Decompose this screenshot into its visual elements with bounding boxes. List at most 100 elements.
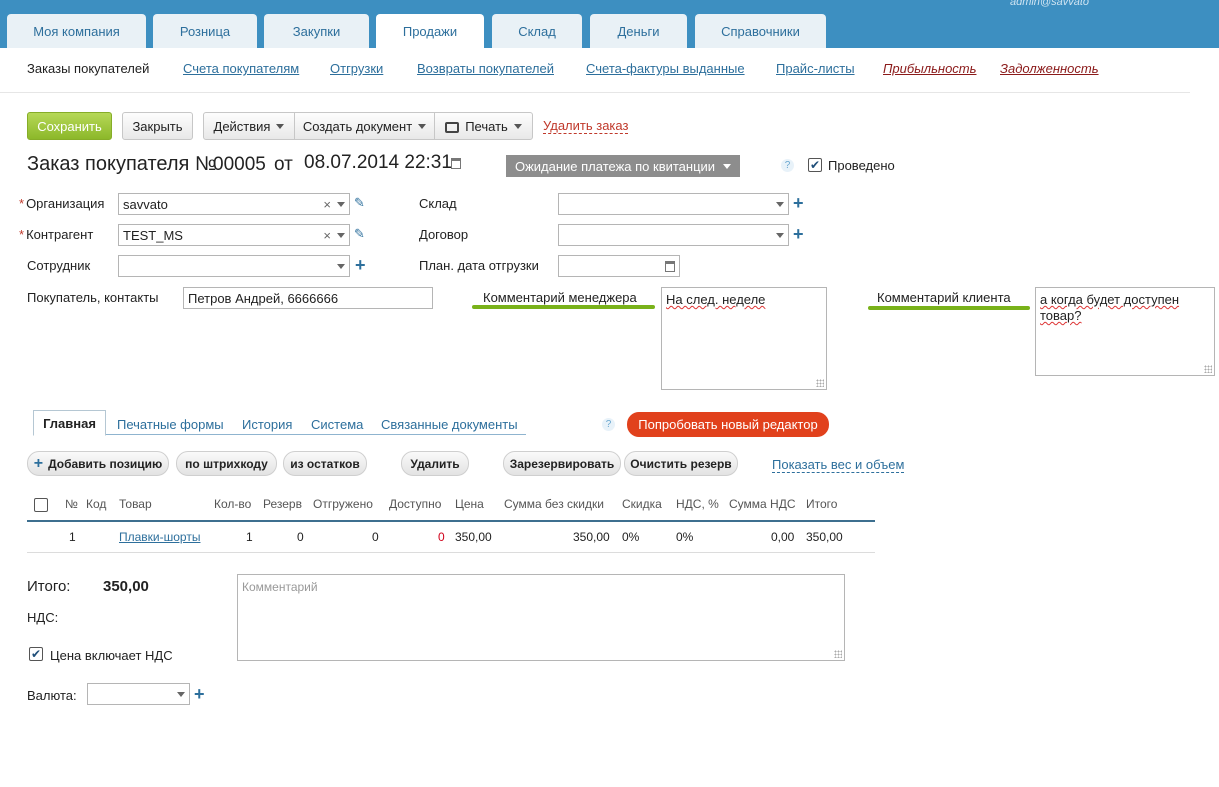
column-header[interactable]: Доступно (389, 497, 441, 511)
close-button[interactable]: Закрыть (122, 112, 193, 140)
subnav-invoices[interactable]: Счета покупателям (183, 61, 299, 76)
tab-purchases[interactable]: Закупки (264, 14, 369, 48)
resize-grip-icon[interactable] (834, 650, 842, 658)
select-all-checkbox[interactable] (34, 498, 48, 512)
barcode-button[interactable]: по штрихкоду (176, 451, 277, 476)
date-from-label: от (274, 154, 293, 175)
column-header[interactable]: НДС, % (676, 497, 719, 511)
subnav-returns[interactable]: Возвраты покупателей (417, 61, 554, 76)
show-weight-volume-link[interactable]: Показать вес и объем (772, 457, 905, 473)
delete-position-button[interactable]: Удалить (401, 451, 469, 476)
edit-pencil-icon[interactable]: ✎ (354, 195, 365, 211)
status-dropdown[interactable]: Ожидание платежа по квитанции (506, 155, 740, 177)
tab-money[interactable]: Деньги (590, 14, 687, 48)
try-new-editor-button[interactable]: Попробовать новый редактор (627, 412, 829, 437)
chevron-down-icon[interactable] (337, 232, 345, 238)
subnav-price-lists[interactable]: Прайс-листы (776, 61, 855, 76)
counterparty-label: * Контрагент (19, 227, 94, 242)
clear-reserve-button[interactable]: Очистить резерв (624, 451, 738, 476)
posted-checkbox[interactable]: ✔ (808, 158, 822, 172)
highlight-underline (868, 306, 1030, 310)
column-header[interactable]: № (65, 497, 78, 511)
add-icon[interactable]: + (793, 194, 804, 212)
column-header[interactable]: Кол-во (214, 497, 251, 511)
tab-directories[interactable]: Справочники (695, 14, 826, 48)
chevron-down-icon[interactable] (337, 201, 345, 207)
tab-related-documents[interactable]: Связанные документы (381, 417, 518, 432)
calendar-icon[interactable] (665, 260, 675, 272)
subnav-shipments[interactable]: Отгрузки (330, 61, 383, 76)
resize-grip-icon[interactable] (816, 379, 824, 387)
warehouse-select[interactable] (558, 193, 789, 215)
column-header[interactable]: Код (86, 497, 106, 511)
currency-select[interactable] (87, 683, 190, 705)
cell-available: 0 (438, 530, 445, 544)
cell-reserve: 0 (297, 530, 304, 544)
column-header[interactable]: Отгружено (313, 497, 373, 511)
add-icon[interactable]: + (793, 225, 804, 243)
resize-grip-icon[interactable] (1204, 365, 1212, 373)
client-comment-textarea[interactable]: а когда будет доступен товар? (1035, 287, 1215, 376)
tab-my-company[interactable]: Моя компания (7, 14, 146, 48)
tab-retail[interactable]: Розница (153, 14, 257, 48)
calendar-icon[interactable] (451, 158, 461, 169)
column-header[interactable]: Итого (806, 497, 837, 511)
user-label[interactable]: admin@savvato (1010, 0, 1089, 8)
print-button[interactable]: Печать (434, 112, 533, 140)
clear-icon[interactable]: × (323, 228, 331, 243)
add-icon[interactable]: + (355, 256, 366, 274)
clear-icon[interactable]: × (323, 197, 331, 212)
create-document-button[interactable]: Создать документ (294, 112, 435, 140)
edit-pencil-icon[interactable]: ✎ (354, 226, 365, 242)
chevron-down-icon[interactable] (776, 232, 784, 238)
order-number[interactable]: 00005 (213, 154, 266, 176)
column-header[interactable]: Скидка (622, 497, 662, 511)
chevron-down-icon[interactable] (337, 263, 345, 269)
tab-history[interactable]: История (242, 417, 292, 432)
from-stock-button[interactable]: из остатков (283, 451, 367, 476)
actions-button[interactable]: Действия (203, 112, 295, 140)
contract-select[interactable] (558, 224, 789, 246)
tab-sales[interactable]: Продажи (376, 14, 484, 48)
order-date[interactable]: 08.07.2014 22:31 (304, 152, 452, 174)
table-header-divider (27, 520, 875, 522)
reserve-button[interactable]: Зарезервировать (503, 451, 621, 476)
subnav-customer-orders[interactable]: Заказы покупателей (27, 61, 149, 76)
ship-date-input[interactable] (558, 255, 680, 277)
chevron-down-icon[interactable] (177, 691, 185, 697)
posted-label: Проведено (828, 158, 895, 173)
cell-discount[interactable]: 0% (622, 530, 639, 544)
tab-system[interactable]: Система (311, 417, 363, 432)
tab-warehouse[interactable]: Склад (492, 14, 582, 48)
product-link[interactable]: Плавки-шорты (119, 530, 200, 544)
organization-select[interactable]: savvato × (118, 193, 350, 215)
manager-comment-textarea[interactable]: На след. неделе (661, 287, 827, 390)
delete-order-link[interactable]: Удалить заказ (543, 118, 629, 134)
tab-print-forms[interactable]: Печатные формы (117, 417, 224, 432)
employee-select[interactable] (118, 255, 350, 277)
column-header[interactable]: Цена (455, 497, 484, 511)
cell-price[interactable]: 350,00 (455, 530, 492, 544)
page-title: Заказ покупателя № (27, 153, 217, 175)
comment-textarea[interactable]: Комментарий (237, 574, 845, 661)
column-header[interactable]: Товар (119, 497, 152, 511)
buyer-contacts-input[interactable]: Петров Андрей, 6666666 (183, 287, 433, 309)
help-icon[interactable]: ? (602, 418, 615, 431)
add-position-button[interactable]: + Добавить позицию (27, 451, 169, 476)
save-button[interactable]: Сохранить (27, 112, 112, 140)
chevron-down-icon[interactable] (776, 201, 784, 207)
help-icon[interactable]: ? (781, 159, 794, 172)
cell-vat-percent[interactable]: 0% (676, 530, 693, 544)
price-includes-vat-checkbox[interactable]: ✔ (29, 647, 43, 661)
counterparty-select[interactable]: TEST_MS × (118, 224, 350, 246)
subnav-debts[interactable]: Задолженность (1000, 61, 1099, 76)
subnav-profitability[interactable]: Прибыльность (883, 61, 976, 76)
cell-quantity[interactable]: 1 (246, 530, 253, 544)
column-header[interactable]: Сумма без скидки (504, 497, 604, 511)
subnav-invoice-facts[interactable]: Счета-фактуры выданные (586, 61, 745, 76)
printer-icon (445, 121, 460, 133)
column-header[interactable]: Резерв (263, 497, 302, 511)
tab-main[interactable]: Главная (33, 410, 106, 436)
add-icon[interactable]: + (194, 685, 205, 703)
column-header[interactable]: Сумма НДС (729, 497, 796, 511)
